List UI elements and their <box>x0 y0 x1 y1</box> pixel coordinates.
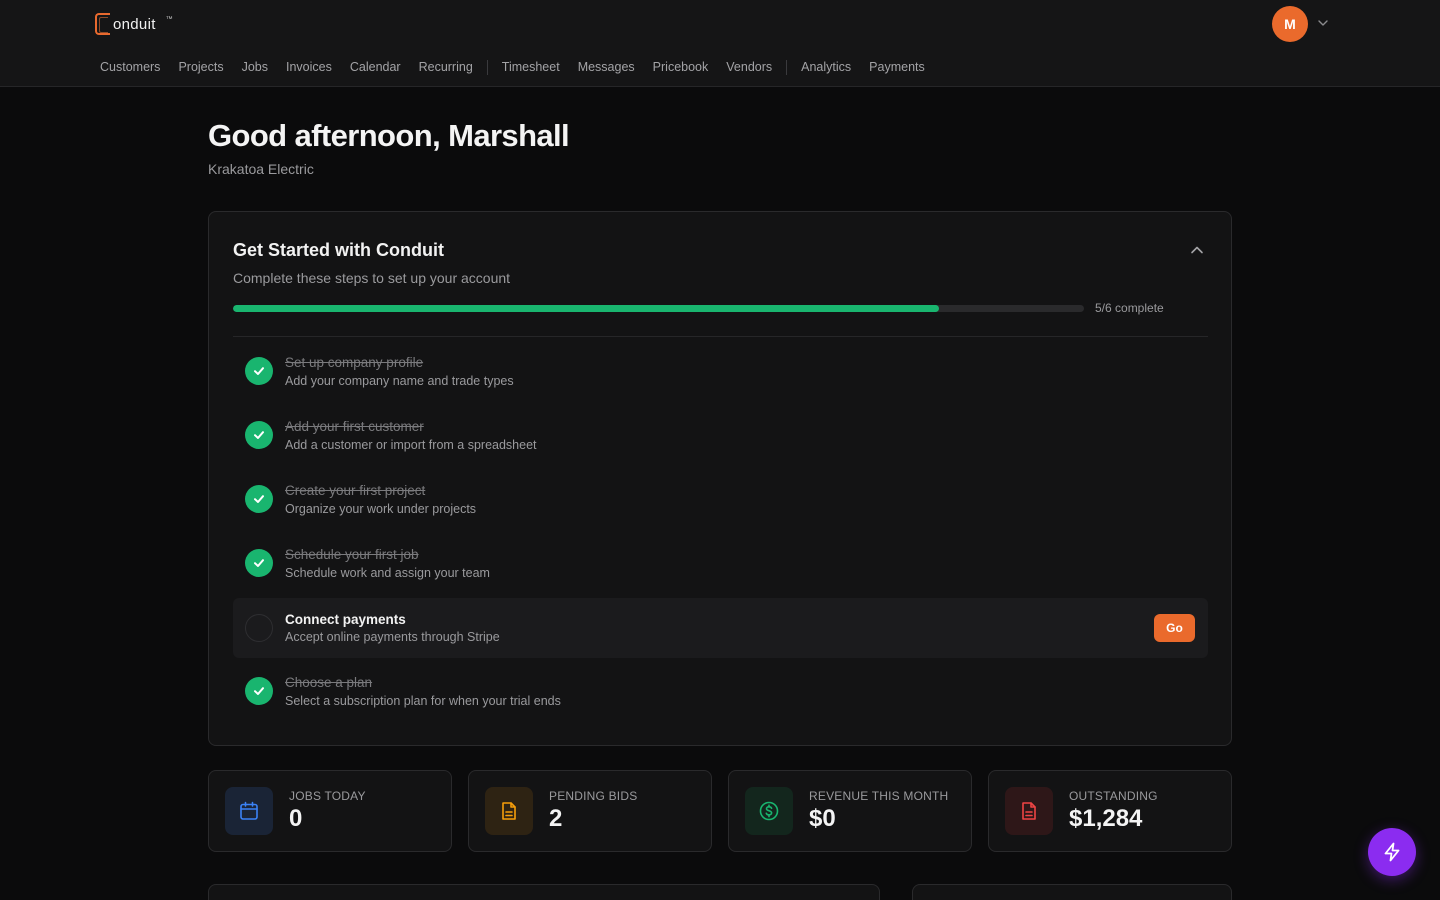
stat-value: 2 <box>549 805 563 832</box>
logo-text: onduit <box>113 15 156 33</box>
stat-label: JOBS TODAY <box>289 789 366 803</box>
lightning-icon <box>1384 842 1400 862</box>
nav-projects[interactable]: Projects <box>169 60 232 74</box>
page-title: Good afternoon, Marshall <box>208 118 570 153</box>
step-title: Set up company profile <box>285 355 424 370</box>
main-nav: Customers Projects Jobs Invoices Calenda… <box>91 57 934 77</box>
check-icon <box>245 357 273 385</box>
nav-vendors[interactable]: Vendors <box>717 60 781 74</box>
nav-messages[interactable]: Messages <box>569 60 644 74</box>
stat-value: 0 <box>289 805 303 832</box>
step-title: Add your first customer <box>285 419 424 434</box>
step-first-customer[interactable]: Add your first customer Add a customer o… <box>233 404 1208 468</box>
step-description: Organize your work under projects <box>285 502 477 516</box>
stat-outstanding[interactable]: OUTSTANDING $1,284 <box>988 770 1232 852</box>
document-icon <box>485 787 533 835</box>
card-subtitle: Complete these steps to set up your acco… <box>233 270 511 286</box>
progress-bar <box>233 305 1084 312</box>
stat-revenue-month[interactable]: REVENUE THIS MONTH $0 <box>728 770 972 852</box>
nav-divider <box>786 59 788 75</box>
check-icon <box>245 677 273 705</box>
stat-pending-bids[interactable]: PENDING BIDS 2 <box>468 770 712 852</box>
stat-value: $1,284 <box>1069 805 1143 832</box>
stat-jobs-today[interactable]: JOBS TODAY 0 <box>208 770 452 852</box>
calendar-icon <box>225 787 273 835</box>
step-list: Set up company profile Add your company … <box>233 340 1208 724</box>
step-title: Choose a plan <box>285 675 373 690</box>
step-title: Schedule your first job <box>285 547 419 562</box>
nav-calendar[interactable]: Calendar <box>341 60 410 74</box>
user-avatar[interactable]: M <box>1272 6 1308 42</box>
stat-label: OUTSTANDING <box>1069 789 1158 803</box>
nav-timesheet[interactable]: Timesheet <box>493 60 569 74</box>
trademark: ™ <box>165 15 173 23</box>
check-icon <box>245 421 273 449</box>
progress-text: 5/6 complete <box>1095 301 1164 315</box>
step-title: Create your first project <box>285 483 426 498</box>
quick-action-button[interactable] <box>1368 828 1416 876</box>
go-button[interactable]: Go <box>1154 614 1195 642</box>
top-header: onduit ™ M Customers Projects Jobs Invoi… <box>0 0 1440 87</box>
nav-recurring[interactable]: Recurring <box>410 60 482 74</box>
step-title: Connect payments <box>285 612 406 627</box>
document-icon <box>1005 787 1053 835</box>
company-name: Krakatoa Electric <box>208 161 314 177</box>
lower-panel-left <box>208 884 880 900</box>
stat-label: PENDING BIDS <box>549 789 638 803</box>
nav-payments[interactable]: Payments <box>860 60 934 74</box>
stat-value: $0 <box>809 805 836 832</box>
step-description: Add your company name and trade types <box>285 374 514 388</box>
step-description: Add a customer or import from a spreadsh… <box>285 438 537 452</box>
progress-fill <box>233 305 940 312</box>
nav-invoices[interactable]: Invoices <box>277 60 341 74</box>
divider <box>233 336 1208 337</box>
chevron-up-icon[interactable] <box>1189 242 1205 258</box>
conduit-logo-mark <box>95 13 110 35</box>
stat-label: REVENUE THIS MONTH <box>809 789 949 803</box>
step-description: Accept online payments through Stripe <box>285 630 500 644</box>
dollar-icon <box>745 787 793 835</box>
chevron-down-icon[interactable] <box>1316 16 1330 30</box>
nav-jobs[interactable]: Jobs <box>233 60 277 74</box>
card-title: Get Started with Conduit <box>233 240 444 260</box>
lower-panel-right <box>912 884 1232 900</box>
step-description: Select a subscription plan for when your… <box>285 694 561 708</box>
step-connect-payments[interactable]: Connect payments Accept online payments … <box>233 598 1208 658</box>
conduit-logo[interactable]: onduit ™ <box>95 12 173 36</box>
nav-analytics[interactable]: Analytics <box>792 60 860 74</box>
check-icon <box>245 485 273 513</box>
step-choose-plan[interactable]: Choose a plan Select a subscription plan… <box>233 660 1208 724</box>
empty-circle-icon <box>245 614 273 642</box>
step-company-profile[interactable]: Set up company profile Add your company … <box>233 340 1208 404</box>
step-first-project[interactable]: Create your first project Organize your … <box>233 468 1208 532</box>
nav-pricebook[interactable]: Pricebook <box>644 60 718 74</box>
step-description: Schedule work and assign your team <box>285 566 490 580</box>
check-icon <box>245 549 273 577</box>
step-first-job[interactable]: Schedule your first job Schedule work an… <box>233 532 1208 596</box>
nav-divider <box>486 59 488 75</box>
get-started-card: Get Started with Conduit Complete these … <box>208 211 1232 746</box>
nav-customers[interactable]: Customers <box>91 60 169 74</box>
